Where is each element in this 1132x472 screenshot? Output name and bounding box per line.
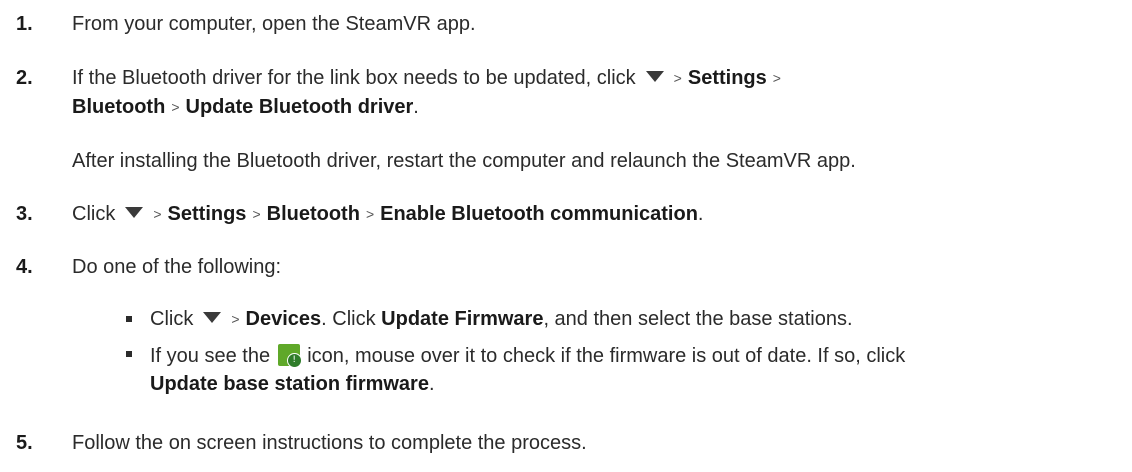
step-text: If the Bluetooth driver for the link box… (72, 67, 781, 118)
menu-path-update-driver: Update Bluetooth driver (185, 96, 414, 118)
step-text: Do one of the following: (72, 256, 282, 278)
menu-path-enable: Enable Bluetooth communication (380, 203, 698, 225)
bullet-marker (126, 316, 132, 322)
menu-path-update-base-station: Update base station firmware (150, 373, 429, 395)
step-number: 4. (16, 256, 33, 278)
step-number: 1. (16, 13, 33, 35)
dropdown-triangle-icon (203, 312, 222, 323)
bullet-marker (126, 351, 132, 357)
step-note-text: After installing the Bluetooth driver, r… (72, 150, 856, 172)
menu-path-update-firmware: Update Firmware (381, 308, 544, 330)
menu-path-devices: Devices (245, 308, 322, 330)
step-text: From your computer, open the SteamVR app… (72, 13, 476, 35)
menu-path-settings: Settings (167, 203, 247, 225)
base-station-update-icon: ! (277, 344, 302, 368)
step-number: 3. (16, 203, 33, 225)
bullet-text: If you see the ! icon, mouse over it to … (150, 344, 906, 395)
bullet-text: Click > Devices. Click Update Firmware, an… (150, 308, 853, 330)
step-text: Click > Settings > Bluetooth > Enable Bluetoot… (72, 203, 704, 225)
step-number: 2. (16, 67, 33, 89)
menu-path-bluetooth: Bluetooth (266, 203, 360, 225)
menu-path-settings: Settings (687, 67, 767, 89)
dropdown-triangle-icon (645, 71, 664, 82)
menu-path-bluetooth: Bluetooth (72, 96, 166, 118)
step-text: Follow the on screen instructions to com… (72, 432, 587, 454)
dropdown-triangle-icon (125, 207, 144, 218)
step-number: 5. (16, 432, 33, 454)
